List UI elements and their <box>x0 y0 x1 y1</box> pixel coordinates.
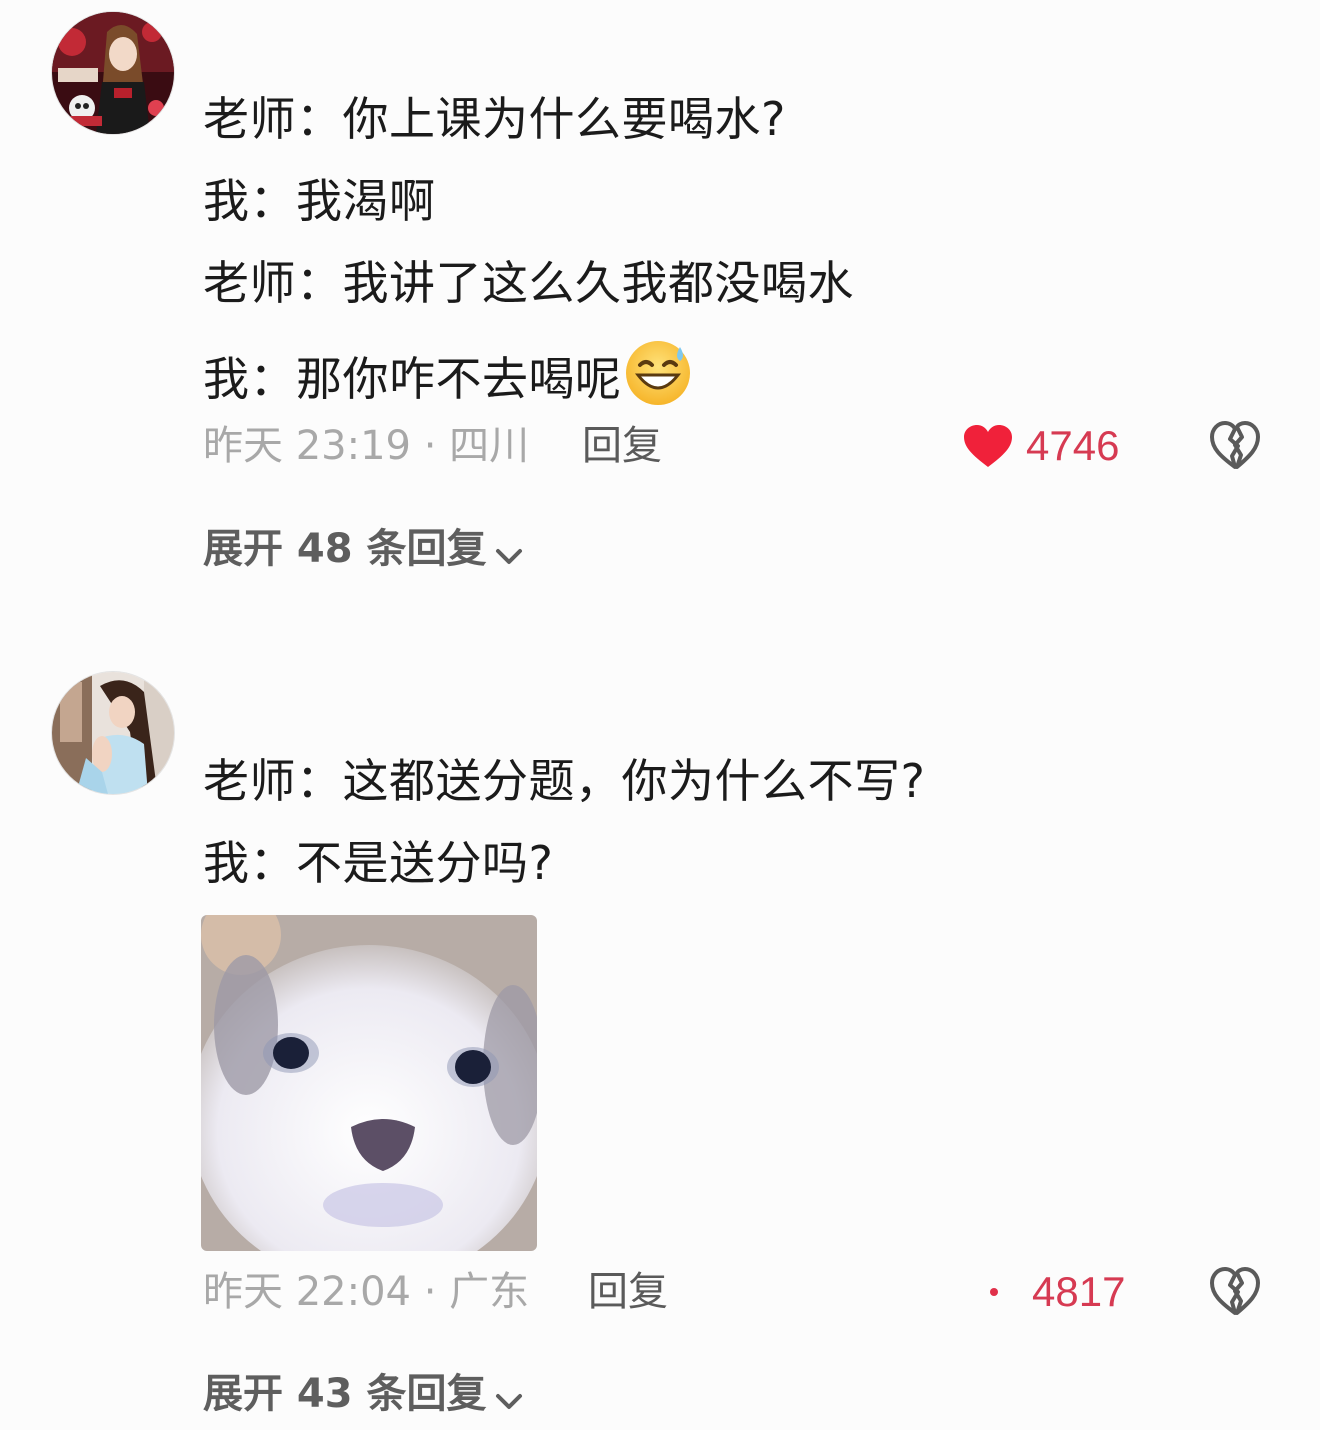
heart-dot-icon <box>990 1288 998 1296</box>
comment-text-line: 老师：你上课为什么要喝水? <box>203 92 786 146</box>
comment-text-line-with-emoji: 我：那你咋不去喝呢 <box>203 335 694 409</box>
comment-text-line: 老师：这都送分题，你为什么不写? <box>203 754 926 808</box>
puppy-sticker-image[interactable] <box>201 915 537 1251</box>
reply-button[interactable]: 回复 <box>582 420 662 472</box>
broken-heart-icon <box>1210 1267 1260 1315</box>
like-button[interactable]: 4817 <box>986 1266 1125 1318</box>
reply-button[interactable]: 回复 <box>588 1266 668 1318</box>
chevron-down-icon <box>493 533 525 565</box>
broken-heart-icon <box>1210 421 1260 469</box>
like-count: 4817 <box>1032 1268 1126 1315</box>
comment-text-line: 我：我渴啊 <box>203 174 436 228</box>
comment-text-line: 老师：我讲了这么久我都没喝水 <box>203 256 854 310</box>
anime-girl-avatar-image <box>52 12 174 134</box>
chevron-down-icon <box>493 1378 525 1410</box>
comment-text: 我：那你咋不去喝呢 <box>203 352 622 406</box>
expand-replies-button[interactable]: 展开 43 条回复 <box>203 1368 525 1420</box>
like-button[interactable]: 4746 <box>962 420 1119 472</box>
like-count: 4746 <box>1026 422 1120 469</box>
expand-replies-label: 展开 48 条回复 <box>203 526 487 572</box>
grinning-sweat-emoji-icon <box>622 335 694 407</box>
expand-replies-label: 展开 43 条回复 <box>203 1371 487 1417</box>
avatar[interactable] <box>52 12 174 134</box>
heart-filled-icon <box>964 425 1012 467</box>
dislike-button[interactable] <box>1208 1264 1262 1318</box>
dislike-button[interactable] <box>1208 418 1262 472</box>
comment-time-location: 昨天 22:04 · 广东 <box>203 1269 530 1315</box>
avatar[interactable] <box>52 672 174 794</box>
woman-photo-avatar-image <box>52 672 174 794</box>
comment-time-location: 昨天 23:19 · 四川 <box>203 423 530 469</box>
comment-text-line: 我：不是送分吗? <box>203 836 554 890</box>
expand-replies-button[interactable]: 展开 48 条回复 <box>203 523 525 575</box>
